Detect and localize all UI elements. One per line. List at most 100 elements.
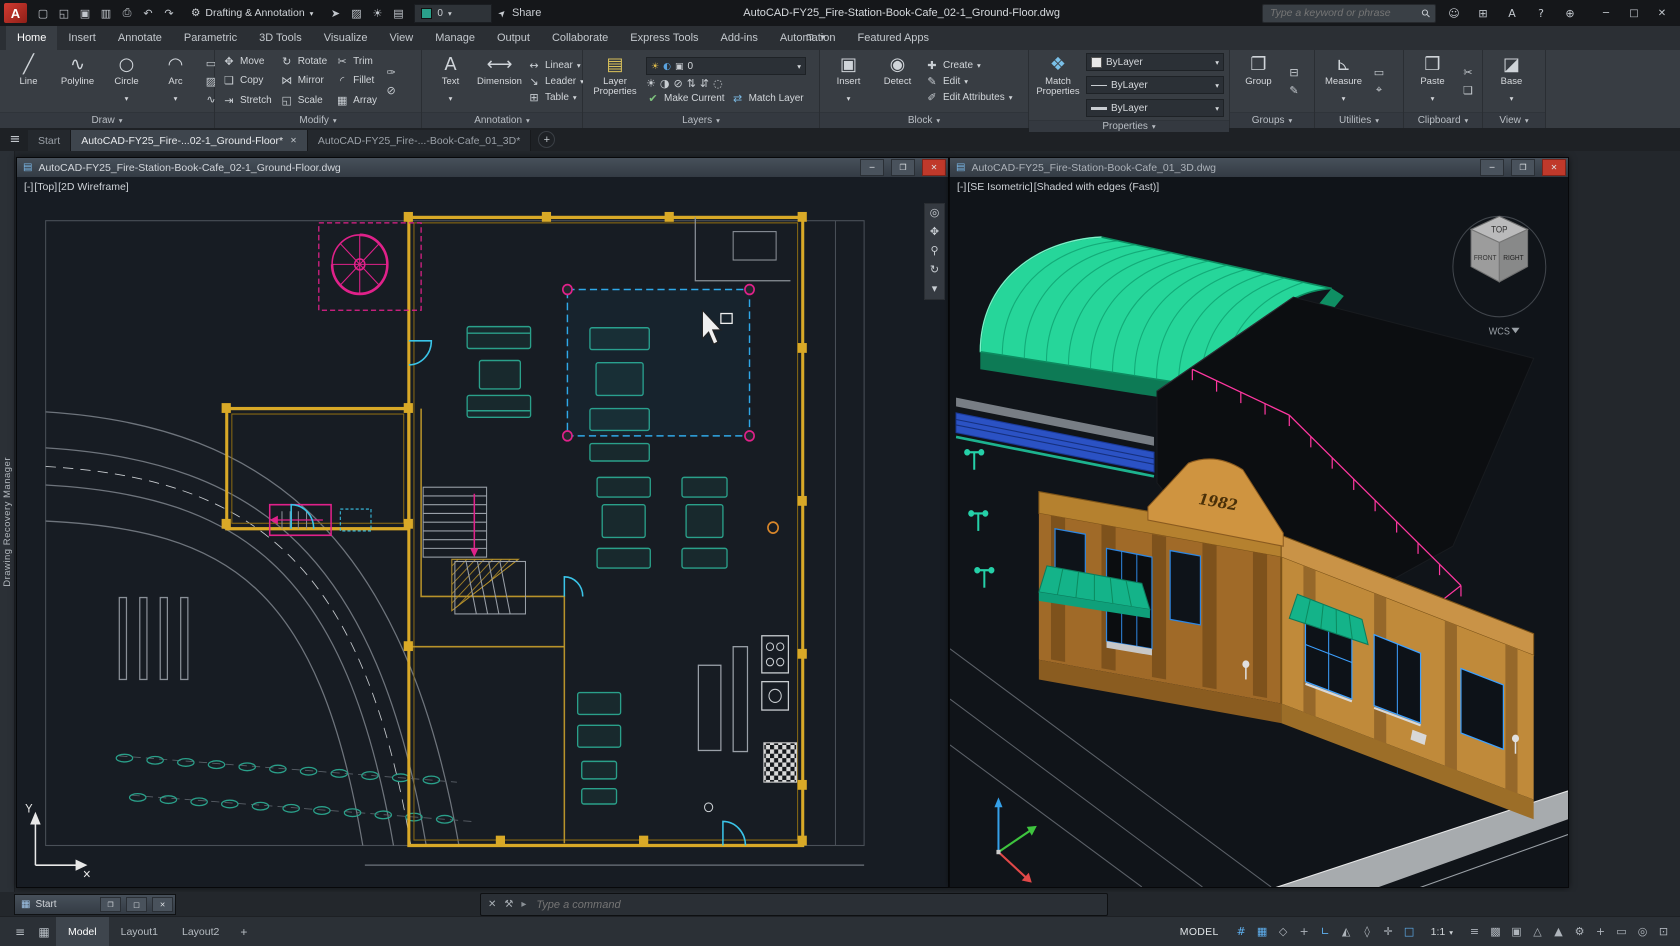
save-icon[interactable]: ▣ (76, 4, 94, 22)
file-tab-ground-floor[interactable]: AutoCAD-FY25_Fire-...02-1_Ground-Floor* (71, 130, 308, 151)
infer-constraints-icon[interactable]: ◇ (1273, 921, 1294, 942)
app-maximize-button[interactable]: □ (1620, 3, 1648, 23)
array-button[interactable]: ▦ Array (333, 91, 379, 110)
file-tab-start[interactable]: Start (28, 130, 71, 151)
view-cube[interactable]: TOP FRONT RIGHT WCS (1453, 216, 1546, 337)
tab-manage[interactable]: Manage (424, 26, 486, 50)
quick-calc-icon[interactable]: ▭ (1371, 64, 1387, 80)
workspace-switching-icon[interactable]: ⚙ (1569, 921, 1590, 942)
object-snap-tracking-icon[interactable]: ✛ (1378, 921, 1399, 942)
layer-lock-icon[interactable]: ⇅ (687, 77, 696, 90)
minimized-start-window[interactable]: Start (14, 894, 176, 915)
modify-panel-footer[interactable]: Modify (215, 112, 421, 128)
command-close-icon[interactable] (488, 899, 496, 910)
undo-icon[interactable]: ↶ (139, 4, 157, 22)
workspace-selector[interactable]: Drafting & Annotation (185, 5, 319, 21)
mirror-button[interactable]: ⋈ Mirror (278, 71, 329, 90)
tab-view[interactable]: View (379, 26, 425, 50)
viewcube-right-face[interactable]: RIGHT (1503, 255, 1524, 262)
quick-layer-combo[interactable]: 0 (414, 4, 492, 23)
tab-3d-tools[interactable]: 3D Tools (248, 26, 313, 50)
insert-button[interactable]: ▣ Insert (825, 52, 872, 110)
leader-button[interactable]: ↘ Leader (527, 75, 584, 88)
detect-button[interactable]: ◉ Detect (874, 52, 921, 110)
ortho-mode-icon[interactable]: ∟ (1315, 921, 1336, 942)
line-button[interactable]: ╱ Line (5, 52, 52, 110)
scale-button[interactable]: ◱ Scale (278, 91, 329, 110)
object-color-combo[interactable]: ByLayer (1086, 53, 1224, 71)
close-tab-icon[interactable] (290, 136, 297, 145)
window-minimize-button[interactable] (1480, 159, 1504, 176)
viewcube-top-face[interactable]: TOP (1491, 224, 1508, 234)
measure-button[interactable]: Measure (1320, 52, 1367, 110)
tab-home[interactable]: Home (6, 26, 57, 50)
circle-button[interactable]: ○ Circle (103, 52, 150, 110)
explode-icon[interactable]: ⊘ (383, 82, 399, 98)
window-close-button[interactable] (922, 159, 946, 176)
stairs[interactable] (423, 487, 525, 614)
model-tab[interactable]: Model (56, 917, 109, 946)
polar-tracking-icon[interactable]: ◭ (1336, 921, 1357, 942)
street-lamps[interactable] (965, 450, 993, 588)
snap-mode-icon[interactable]: ▦ (1252, 921, 1273, 942)
annotation-scale-button[interactable]: 1:1 (1422, 926, 1462, 938)
viewcube-front-face[interactable]: FRONT (1474, 255, 1497, 262)
file-tabs-menu-icon[interactable] (2, 128, 28, 151)
edit-block-button[interactable]: ✎ Edit (925, 75, 1012, 88)
layout1-tab[interactable]: Layout1 (109, 917, 170, 946)
model-3d-canvas[interactable]: 1982 (950, 177, 1568, 887)
new-layout-button[interactable]: + (240, 925, 247, 939)
fillet-button[interactable]: ◜ Fillet (333, 71, 379, 90)
cursor-tool-icon[interactable]: ➤ (326, 4, 344, 22)
viewport-controls-menu[interactable]: [-] (24, 181, 33, 193)
draw-panel-footer[interactable]: Draw (0, 112, 214, 128)
tab-add-ins[interactable]: Add-ins (710, 26, 769, 50)
zoom-icon[interactable]: ⚲ (930, 246, 938, 257)
autodesk-access-icon[interactable]: A (1503, 4, 1521, 22)
layers-quick-icon[interactable]: ▤ (389, 4, 407, 22)
full-navigation-wheel-icon[interactable]: ◎ (930, 208, 940, 219)
save-as-icon[interactable]: ▥ (97, 4, 115, 22)
layer-off-icon[interactable]: ☀ (646, 77, 656, 90)
tab-visualize[interactable]: Visualize (313, 26, 379, 50)
app-minimize-button[interactable]: ─ (1592, 3, 1620, 23)
linetype-combo[interactable]: ByLayer (1086, 76, 1224, 94)
autoscale-icon[interactable]: ▲ (1548, 921, 1569, 942)
search-input[interactable] (1268, 6, 1417, 20)
layer-properties-button[interactable]: Layer Properties (588, 52, 642, 110)
layout-quickview-icon[interactable] (32, 925, 56, 939)
hatch-tool-icon[interactable]: ▨ (347, 4, 365, 22)
move-button[interactable]: ✥ Move (220, 52, 274, 71)
dimension-button[interactable]: ⟷ Dimension (476, 52, 523, 110)
cut-icon[interactable]: ✂ (1460, 64, 1476, 80)
orbit-icon[interactable]: ↻ (930, 265, 939, 276)
search-icon[interactable] (1422, 7, 1430, 20)
group-button[interactable]: Group (1235, 52, 1282, 110)
create-block-button[interactable]: ✚ Create (925, 59, 1012, 72)
model-space-button[interactable]: MODEL (1170, 926, 1229, 938)
table-button[interactable]: ⊞ Table (527, 91, 584, 104)
erase-icon[interactable]: ✑ (383, 64, 399, 80)
window-close-button[interactable] (1542, 159, 1566, 176)
maximize-window-button[interactable] (126, 897, 147, 912)
view-panel-footer[interactable]: View (1483, 112, 1545, 128)
file-tab-3d[interactable]: AutoCAD-FY25_Fire-...-Book-Cafe_01_3D* (308, 130, 532, 151)
window-minimize-button[interactable] (860, 159, 884, 176)
viewport-controls-menu[interactable]: [-] (957, 181, 966, 193)
transparency-icon[interactable]: ▩ (1485, 921, 1506, 942)
layer-select-combo[interactable]: 0 (646, 57, 806, 75)
match-layer-button[interactable]: Match Layer (731, 92, 804, 105)
column-marker-circle[interactable] (768, 522, 778, 533)
viewport-visual-style-menu[interactable]: [Shaded with edges (Fast)] (1034, 181, 1159, 193)
dynamic-input-icon[interactable]: + (1294, 921, 1315, 942)
open-file-icon[interactable]: ◱ (55, 4, 73, 22)
match-properties-button[interactable]: Match Properties (1034, 52, 1082, 118)
ucs-icon-3d[interactable] (994, 797, 1036, 882)
app-store-icon[interactable]: ⊞ (1474, 4, 1492, 22)
viewcube-wcs-menu[interactable]: WCS (1489, 326, 1510, 337)
app-logo[interactable]: A (4, 3, 27, 23)
parking-markers[interactable] (116, 598, 472, 824)
drawing-recovery-manager-sidebar[interactable]: Drawing Recovery Manager (0, 151, 15, 892)
floor-plan-canvas[interactable]: Y ✕ (17, 177, 948, 887)
rotate-button[interactable]: ↻ Rotate (278, 52, 329, 71)
